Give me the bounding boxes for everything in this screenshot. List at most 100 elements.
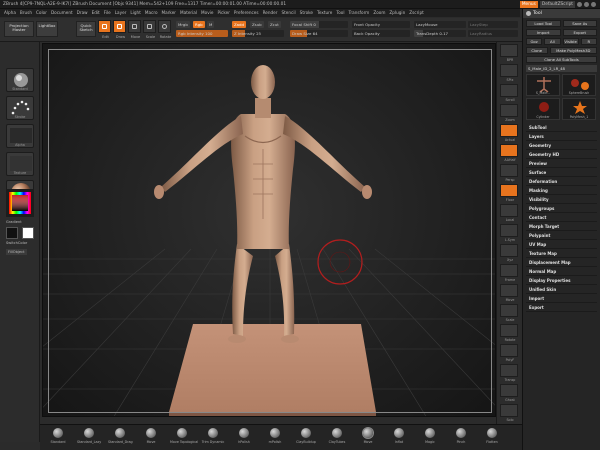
move-view-button[interactable]: Move: [500, 284, 518, 302]
brush-slot-1[interactable]: Standard: [46, 428, 70, 444]
menu-material[interactable]: Material: [180, 9, 197, 17]
section-geometry-hd[interactable]: Geometry HD: [526, 151, 597, 159]
zsub-button[interactable]: Zsub: [250, 21, 264, 28]
menu-document[interactable]: Document: [51, 9, 73, 17]
clone-all-subtools-button[interactable]: Clone All SubTools: [526, 56, 597, 63]
menu-brush[interactable]: Brush: [20, 9, 32, 17]
rotate-mode-button[interactable]: Rotate: [158, 20, 171, 39]
rgb-button[interactable]: Rgb: [193, 21, 205, 28]
menus-toggle-button[interactable]: Menus: [519, 1, 538, 8]
menu-zoom[interactable]: Zoom: [373, 9, 385, 17]
menu-draw[interactable]: Draw: [77, 9, 88, 17]
menu-movie[interactable]: Movie: [201, 9, 213, 17]
menu-alpha[interactable]: Alpha: [4, 9, 16, 17]
alpha-thumbnail[interactable]: Alpha: [6, 124, 34, 148]
rgb-intensity-slider[interactable]: Rgb Intensity 100: [176, 30, 228, 37]
section-import[interactable]: Import: [526, 295, 597, 303]
import-tool-button[interactable]: Import: [526, 29, 561, 36]
draw-mode-button[interactable]: Draw: [113, 20, 126, 39]
solo-button[interactable]: Solo: [500, 404, 518, 422]
current-tool-slider[interactable]: S_Male_ID_2_LR_48: [526, 65, 597, 72]
lsym-button[interactable]: L.Sym: [500, 224, 518, 242]
menu-file[interactable]: File: [104, 9, 111, 17]
brush-slot-13[interactable]: Magic: [418, 428, 442, 444]
frame-button[interactable]: Frame: [500, 264, 518, 282]
scale-mode-button[interactable]: Scale: [143, 20, 156, 39]
projection-master-button[interactable]: Projection Master: [4, 21, 34, 37]
goz-button[interactable]: Goz: [526, 38, 543, 45]
brush-slot-2[interactable]: Standard_Lazy: [77, 428, 101, 444]
brush-slot-3[interactable]: Standard_Drag: [108, 428, 133, 444]
quick-sketch-button[interactable]: Quick Sketch: [76, 21, 96, 37]
maximize-window-button[interactable]: [584, 2, 589, 7]
menu-macro[interactable]: Macro: [145, 9, 158, 17]
gradient-label[interactable]: Gradient: [6, 220, 22, 224]
section-polypaint[interactable]: Polypaint: [526, 232, 597, 240]
brush-slot-8[interactable]: mPolish: [263, 428, 287, 444]
section-subtool[interactable]: SubTool: [526, 124, 597, 132]
save-as-button[interactable]: Save As: [562, 20, 597, 27]
make-polymesh-button[interactable]: Make PolyMesh3D: [549, 47, 597, 54]
focal-shift-slider[interactable]: Focal Shift 0: [290, 21, 348, 28]
section-display-properties[interactable]: Display Properties: [526, 277, 597, 285]
move-mode-button[interactable]: Move: [128, 20, 141, 39]
menu-light[interactable]: Light: [130, 9, 140, 17]
load-tool-button[interactable]: Load Tool: [526, 20, 561, 27]
section-geometry[interactable]: Geometry: [526, 142, 597, 150]
brush-slot-10[interactable]: ClayTubes: [325, 428, 349, 444]
section-contact[interactable]: Contact: [526, 214, 597, 222]
brush-slot-15[interactable]: Flatten: [480, 428, 504, 444]
bpr-button[interactable]: BPR: [500, 44, 518, 62]
menu-zplugin[interactable]: Zplugin: [389, 9, 405, 17]
tool-palette-header[interactable]: Tool: [523, 9, 600, 18]
tool-thumb-spherebrush[interactable]: SphereBrush: [562, 74, 596, 96]
menu-tool[interactable]: Tool: [336, 9, 344, 17]
edit-mode-button[interactable]: Edit: [98, 20, 111, 39]
fill-object-button[interactable]: FillObject: [6, 249, 27, 255]
lazyradius-slider[interactable]: LazyRadius: [468, 30, 518, 37]
section-polygroups[interactable]: Polygroups: [526, 205, 597, 213]
tool-thumb-male[interactable]: S_Male...: [526, 74, 560, 96]
brush-slot-6[interactable]: Trim Dynamic: [201, 428, 225, 444]
menu-picker[interactable]: Picker: [217, 9, 229, 17]
transpdepth-slider[interactable]: TransDepth 0.17: [414, 30, 466, 37]
default-zscript-button[interactable]: DefaultZScript: [539, 1, 575, 8]
menu-stroke[interactable]: Stroke: [300, 9, 313, 17]
tool-thumb-cylinder[interactable]: Cylinder: [526, 98, 560, 120]
brush-slot-5[interactable]: Move Topological: [170, 428, 198, 444]
zadd-button[interactable]: Zadd: [232, 21, 246, 28]
mrgb-button[interactable]: Mrgb: [176, 21, 190, 28]
section-displacement-map[interactable]: Displacement Map: [526, 259, 597, 267]
ghost-button[interactable]: Ghost: [500, 384, 518, 402]
canvas-viewport[interactable]: [42, 43, 496, 417]
secondary-color-swatch[interactable]: [22, 227, 34, 239]
menu-render[interactable]: Render: [263, 9, 278, 17]
brush-slot-11[interactable]: Move: [356, 428, 380, 444]
r-button[interactable]: R: [580, 38, 597, 45]
xyz-button[interactable]: Xyz: [500, 244, 518, 262]
polyf-button[interactable]: PolyF: [500, 344, 518, 362]
menu-texture[interactable]: Texture: [317, 9, 332, 17]
brush-slot-12[interactable]: Inflat: [387, 428, 411, 444]
back-opacity-slider[interactable]: Back Opacity: [352, 30, 410, 37]
zcut-button[interactable]: Zcut: [268, 21, 281, 28]
menu-preferences[interactable]: Preferences: [234, 9, 259, 17]
spix-button[interactable]: SPix: [500, 64, 518, 82]
section-uv-map[interactable]: UV Map: [526, 241, 597, 249]
section-surface[interactable]: Surface: [526, 169, 597, 177]
lazystep-slider[interactable]: LazyStep: [468, 21, 518, 28]
draw-size-slider[interactable]: Draw Size 64: [290, 30, 348, 37]
m-button[interactable]: M: [207, 21, 215, 28]
section-normal-map[interactable]: Normal Map: [526, 268, 597, 276]
main-color-swatch[interactable]: [6, 227, 18, 239]
rotate-view-button[interactable]: Rotate: [500, 324, 518, 342]
all-button[interactable]: All: [544, 38, 561, 45]
menu-layer[interactable]: Layer: [115, 9, 127, 17]
floor-button[interactable]: Floor: [500, 184, 518, 202]
color-picker[interactable]: [6, 189, 34, 217]
menu-marker[interactable]: Marker: [162, 9, 176, 17]
visible-button[interactable]: Visible: [562, 38, 579, 45]
menu-zscript[interactable]: Zscript: [409, 9, 424, 17]
menu-color[interactable]: Color: [36, 9, 47, 17]
section-visibility[interactable]: Visibility: [526, 196, 597, 204]
